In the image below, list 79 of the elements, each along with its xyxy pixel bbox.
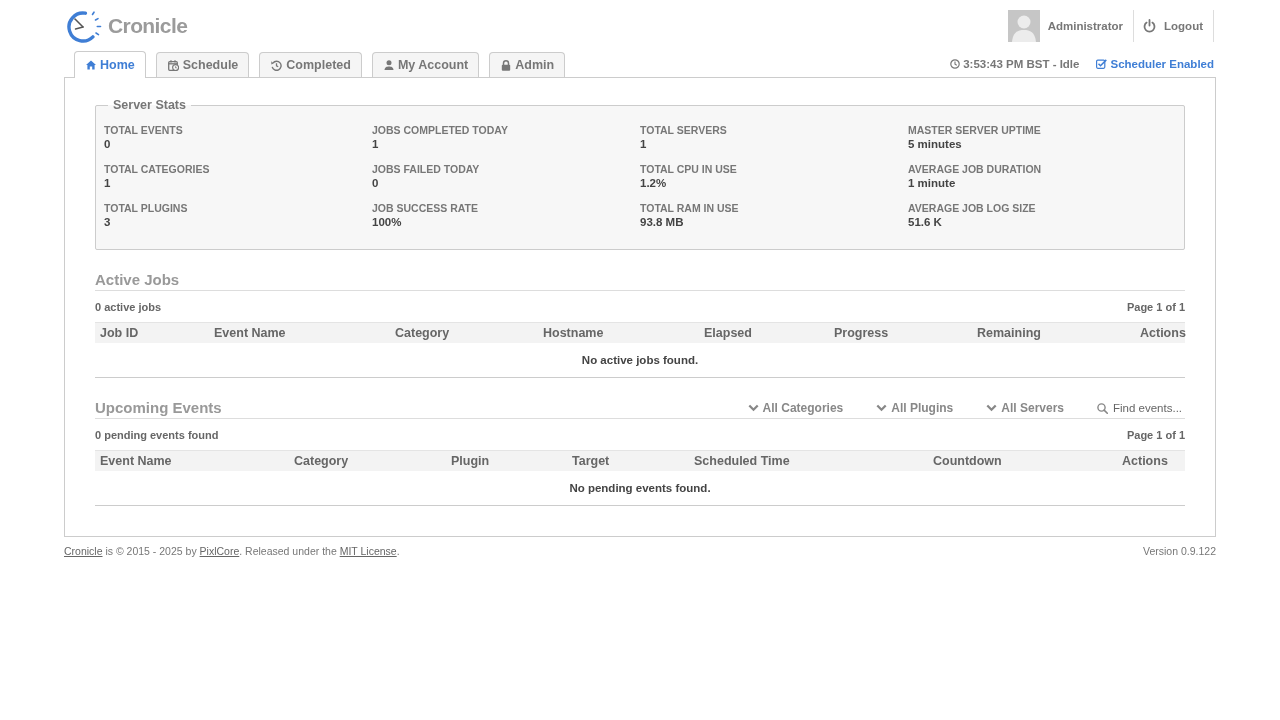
column-header: Job ID: [95, 322, 209, 343]
column-header: Plugin: [446, 450, 567, 471]
stat-label: TOTAL EVENTS: [104, 123, 184, 137]
nav-tab[interactable]: Schedule: [155, 52, 250, 77]
stat-value: 1: [372, 137, 380, 151]
section-title: Upcoming Events: [95, 398, 222, 418]
column-header: Category: [390, 322, 538, 343]
history-icon: [271, 59, 283, 71]
empty-message: No active jobs found.: [95, 343, 1185, 378]
empty-message: No pending events found.: [95, 471, 1185, 506]
stat-label: AVERAGE JOB DURATION: [908, 162, 1043, 176]
avatar-icon: [1007, 9, 1040, 42]
nav-tab[interactable]: Completed: [259, 52, 362, 77]
stat-value: 1: [640, 137, 648, 151]
logo-text: Cronicle: [108, 13, 188, 38]
column-header: Actions: [1117, 450, 1185, 471]
clock-icon: [950, 59, 961, 69]
chevron-down-icon: [986, 404, 998, 412]
version-label: Version 0.9.122: [1143, 544, 1216, 558]
clock-logo-icon: [67, 8, 103, 43]
column-header: Progress: [829, 322, 972, 343]
calendar-clock-icon: [167, 59, 179, 71]
logout-button[interactable]: Logout: [1133, 9, 1214, 42]
footer-text: Cronicle is © 2015 - 2025 by PixlCore. Released under the MIT License.: [64, 544, 400, 558]
nav-tab[interactable]: Home: [74, 51, 146, 78]
column-header: Event Name: [95, 450, 289, 471]
column-header: Hostname: [538, 322, 699, 343]
user-icon: [383, 60, 394, 70]
stat-label: TOTAL SERVERS: [640, 123, 728, 137]
scheduler-toggle[interactable]: Scheduler Enabled: [1096, 58, 1214, 70]
stat-value: 1: [104, 176, 112, 190]
stat-label: AVERAGE JOB LOG SIZE: [908, 201, 1037, 215]
column-header: Target: [567, 450, 689, 471]
section-title: Active Jobs: [95, 270, 180, 290]
search-icon: [1097, 402, 1108, 414]
stat-label: TOTAL PLUGINS: [104, 201, 189, 215]
lock-icon: [501, 59, 512, 71]
chevron-down-icon: [876, 404, 888, 412]
stat-value: 93.8 MB: [640, 215, 685, 229]
stat-label: JOBS COMPLETED TODAY: [372, 123, 509, 137]
clock-status-text: 3:53:43 PM BST - Idle: [963, 58, 1080, 70]
column-header: Remaining: [972, 322, 1135, 343]
filter-dropdown[interactable]: All Categories: [747, 401, 844, 415]
user-name-link[interactable]: Administrator: [1047, 19, 1134, 32]
nav-tab[interactable]: Admin: [489, 52, 566, 77]
job-count: 0 active jobs: [95, 300, 162, 314]
footer-link[interactable]: Cronicle: [64, 545, 103, 557]
column-header: Elapsed: [699, 322, 829, 343]
chevron-down-icon: [747, 404, 759, 412]
stat-value: 3: [104, 215, 112, 229]
stat-label: TOTAL RAM IN USE: [640, 201, 740, 215]
power-icon: [1143, 18, 1157, 33]
stat-value: 1.2%: [640, 176, 668, 190]
section-legend: Server Stats: [108, 97, 191, 113]
stat-value: 100%: [372, 215, 403, 229]
stat-value: 0: [372, 176, 380, 190]
pagination-label: Page 1 of 1: [1126, 428, 1185, 442]
column-header: Category: [289, 450, 446, 471]
filter-dropdown[interactable]: All Plugins: [876, 401, 954, 415]
stat-value: 0: [104, 137, 112, 151]
nav-tab[interactable]: My Account: [371, 52, 480, 77]
column-header: Countdown: [928, 450, 1117, 471]
filter-dropdown[interactable]: All Servers: [986, 401, 1064, 415]
home-icon: [86, 60, 96, 70]
search-field[interactable]: Find events...: [1113, 402, 1185, 414]
stat-value: 5 minutes: [908, 137, 963, 151]
column-header: Actions: [1135, 322, 1185, 343]
stat-value: 51.6 K: [908, 215, 943, 229]
footer-link[interactable]: MIT License: [339, 545, 397, 557]
stat-label: JOB SUCCESS RATE: [372, 201, 479, 215]
column-header: Scheduled Time: [689, 450, 928, 471]
column-header: Event Name: [209, 322, 390, 343]
stat-label: MASTER SERVER UPTIME: [908, 123, 1042, 137]
pagination-label: Page 1 of 1: [1126, 300, 1185, 314]
stat-label: TOTAL CPU IN USE: [640, 162, 738, 176]
stat-label: JOBS FAILED TODAY: [372, 162, 481, 176]
stat-label: TOTAL CATEGORIES: [104, 162, 211, 176]
event-count: 0 pending events found: [95, 428, 219, 442]
stat-value: 1 minute: [908, 176, 957, 190]
